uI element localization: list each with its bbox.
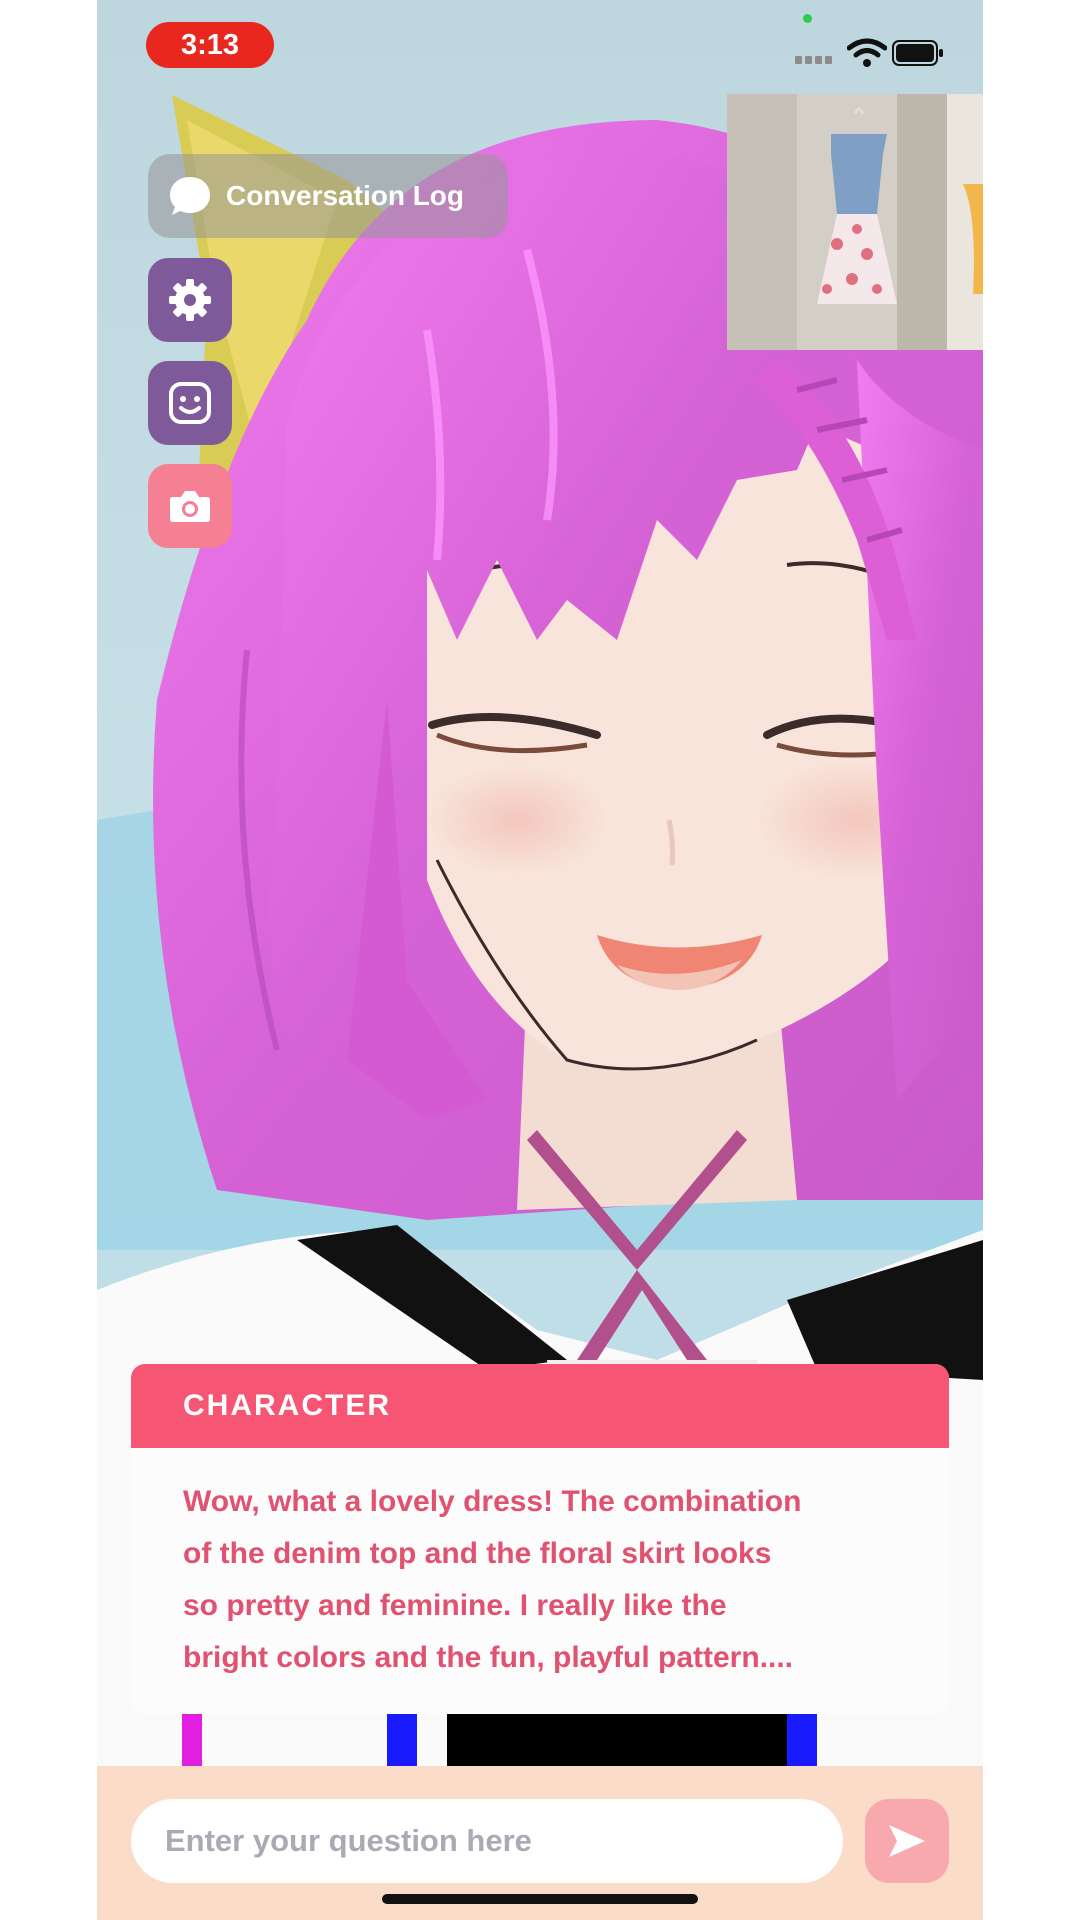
camera-button[interactable] bbox=[148, 464, 232, 548]
camera-icon bbox=[170, 491, 210, 522]
battery-icon bbox=[892, 40, 943, 66]
dialog-line: so pretty and feminine. I really like th… bbox=[183, 1589, 727, 1622]
input-bar: Enter your question here bbox=[97, 1766, 983, 1920]
camera-preview-thumbnail[interactable] bbox=[727, 94, 983, 350]
conversation-log-button[interactable]: Conversation Log bbox=[148, 154, 508, 238]
smiley-face-icon bbox=[169, 382, 211, 424]
send-button[interactable] bbox=[865, 1799, 949, 1883]
character-dialog-box: CHARACTER Wow, what a lovely dress! The … bbox=[131, 1364, 949, 1714]
home-indicator[interactable] bbox=[382, 1894, 698, 1904]
question-input[interactable]: Enter your question here bbox=[131, 1799, 843, 1883]
cellular-signal-icon bbox=[795, 56, 832, 64]
dialog-line: Wow, what a lovely dress! The combinatio… bbox=[183, 1485, 802, 1518]
conversation-log-label: Conversation Log bbox=[226, 180, 465, 211]
status-time: 3:13 bbox=[146, 22, 274, 68]
camera-in-use-indicator bbox=[803, 14, 812, 23]
settings-button[interactable] bbox=[148, 258, 232, 342]
gear-icon bbox=[169, 279, 211, 321]
wifi-icon bbox=[847, 38, 887, 67]
question-input-placeholder: Enter your question here bbox=[165, 1823, 532, 1858]
chat-bubble-icon bbox=[170, 177, 210, 215]
expression-button[interactable] bbox=[148, 361, 232, 445]
dialog-line: of the denim top and the floral skirt lo… bbox=[183, 1537, 772, 1570]
speaker-name: CHARACTER bbox=[131, 1364, 949, 1448]
dialog-line: bright colors and the fun, playful patte… bbox=[183, 1641, 794, 1674]
send-arrow-icon bbox=[889, 1825, 925, 1857]
app-screen: 3:13 Conversation Log CHARACTER Wow, wha… bbox=[97, 0, 983, 1920]
dialog-message: Wow, what a lovely dress! The combinatio… bbox=[131, 1448, 949, 1684]
